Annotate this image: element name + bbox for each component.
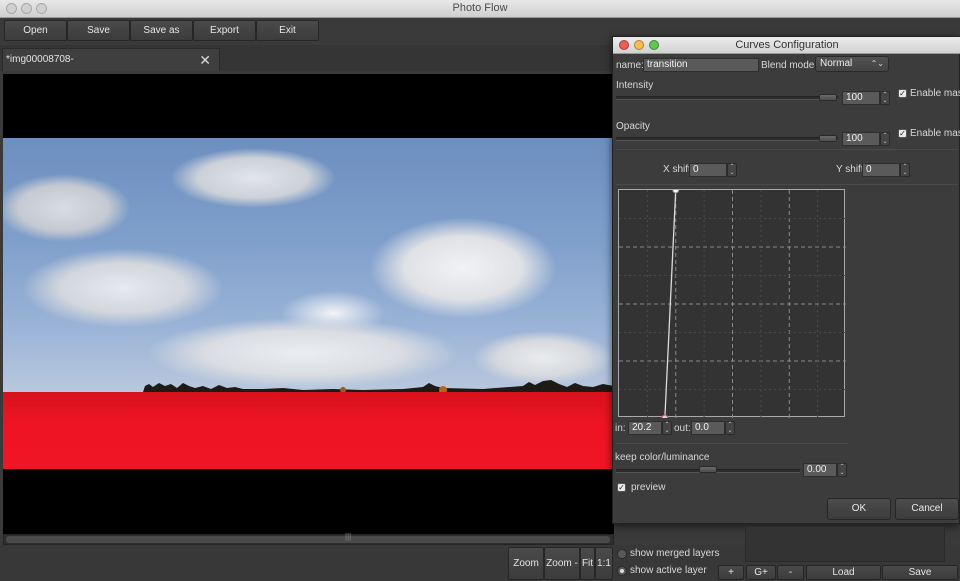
- add-group-button[interactable]: G+: [746, 565, 776, 580]
- show-active-label: show active layer: [630, 565, 707, 576]
- curve-editor[interactable]: [618, 186, 846, 422]
- main-title-bar: Photo Flow: [0, 0, 960, 18]
- app-window: Photo Flow Open Save Save as Export Exit…: [0, 0, 960, 581]
- curve-control-point[interactable]: [672, 186, 680, 194]
- x-shift-input[interactable]: 0: [689, 163, 727, 177]
- x-shift-label: X shift: [663, 164, 691, 175]
- scrollbar-grip-icon: |||: [345, 532, 352, 541]
- horizontal-scrollbar[interactable]: |||: [3, 532, 614, 545]
- opacity-label: Opacity: [616, 121, 650, 132]
- exit-button[interactable]: Exit: [256, 20, 319, 41]
- save-preset-button[interactable]: Save: [882, 565, 958, 580]
- show-merged-radio[interactable]: [617, 549, 627, 559]
- save-button[interactable]: Save: [67, 20, 130, 41]
- show-active-radio[interactable]: [617, 566, 627, 576]
- zoom-in-button[interactable]: Zoom +: [508, 547, 544, 580]
- intensity-slider-thumb[interactable]: [819, 94, 837, 101]
- intensity-input[interactable]: 100: [842, 91, 880, 105]
- dialog-title-bar: Curves Configuration: [613, 37, 960, 54]
- keep-color-label: keep color/luminance: [615, 452, 710, 463]
- out-spin-icon[interactable]: ⌃ ⌄: [725, 421, 735, 435]
- updown-arrows-icon: ⌃⌄: [870, 59, 884, 68]
- export-button[interactable]: Export: [193, 20, 256, 41]
- blend-mode-label: Blend mode:: [761, 60, 818, 71]
- image-tab[interactable]: *img00008708-img00008725_exposure_0002.t…: [2, 48, 220, 87]
- zoom-fit-button[interactable]: Fit: [580, 547, 595, 580]
- opacity-slider-thumb[interactable]: [819, 135, 837, 142]
- layers-panel-remnant: [745, 526, 945, 562]
- remove-layer-button[interactable]: -: [777, 565, 804, 580]
- y-shift-input[interactable]: 0: [862, 163, 900, 177]
- zoom-out-button[interactable]: Zoom -: [544, 547, 580, 580]
- add-layer-button[interactable]: +: [718, 565, 744, 580]
- intensity-slider[interactable]: [616, 96, 838, 100]
- intensity-spin-icon[interactable]: ⌃ ⌄: [880, 91, 890, 105]
- dialog-title: Curves Configuration: [735, 39, 839, 51]
- x-shift-spin-icon[interactable]: ⌃ ⌄: [727, 163, 737, 177]
- section-divider: [616, 184, 958, 185]
- red-mask-overlay: [3, 392, 614, 469]
- intensity-label: Intensity: [616, 80, 654, 91]
- enable-mask-opacity-label: Enable mask: [910, 128, 960, 139]
- blend-mode-select[interactable]: Normal ⌃⌄: [815, 56, 889, 72]
- window-title: Photo Flow: [452, 2, 508, 14]
- ok-button[interactable]: OK: [827, 498, 891, 520]
- zoom-1to1-button[interactable]: 1:1: [595, 547, 613, 580]
- opacity-slider[interactable]: [616, 137, 838, 141]
- y-shift-label: Y shift: [836, 164, 864, 175]
- opacity-input[interactable]: 100: [842, 132, 880, 146]
- enable-mask-intensity-checkbox[interactable]: ✓: [898, 89, 907, 98]
- curves-dialog: Curves Configuration name: transition Bl…: [612, 36, 960, 524]
- image-tab-bar: *img00008708-img00008725_exposure_0002.t…: [0, 45, 614, 87]
- close-tab-icon[interactable]: ✕: [199, 49, 211, 71]
- keep-color-slider-thumb[interactable]: [699, 466, 717, 473]
- cancel-button[interactable]: Cancel: [895, 498, 959, 520]
- scrollbar-thumb[interactable]: [6, 536, 610, 543]
- curve-line: [664, 189, 677, 419]
- curve-graph[interactable]: [619, 186, 846, 422]
- layer-name-input[interactable]: transition: [643, 58, 759, 72]
- keep-color-spin-icon[interactable]: ⌃ ⌄: [837, 463, 847, 477]
- show-merged-label: show merged layers: [630, 548, 720, 559]
- section-divider: [616, 443, 848, 444]
- enable-mask-opacity-checkbox[interactable]: ✓: [898, 129, 907, 138]
- in-label: in:: [615, 423, 626, 434]
- keep-color-input[interactable]: 0.00: [803, 463, 837, 477]
- in-input[interactable]: 20.2: [628, 421, 662, 435]
- sky-image: [3, 138, 614, 393]
- image-preview[interactable]: [3, 74, 614, 534]
- blend-mode-value: Normal: [820, 58, 853, 69]
- load-preset-button[interactable]: Load: [806, 565, 881, 580]
- out-label: out:: [674, 423, 691, 434]
- opacity-spin-icon[interactable]: ⌃ ⌄: [880, 132, 890, 146]
- y-shift-spin-icon[interactable]: ⌃ ⌄: [900, 163, 910, 177]
- out-input[interactable]: 0.0: [691, 421, 725, 435]
- open-button[interactable]: Open: [4, 20, 67, 41]
- curve-control-point[interactable]: [661, 414, 669, 422]
- preview-label: preview: [631, 482, 666, 493]
- section-divider: [616, 149, 958, 150]
- name-label: name:: [616, 60, 644, 71]
- save-as-button[interactable]: Save as: [130, 20, 193, 41]
- in-spin-icon[interactable]: ⌃ ⌄: [662, 421, 672, 435]
- preview-checkbox[interactable]: ✓: [617, 483, 626, 492]
- enable-mask-intensity-label: Enable mask: [910, 88, 960, 99]
